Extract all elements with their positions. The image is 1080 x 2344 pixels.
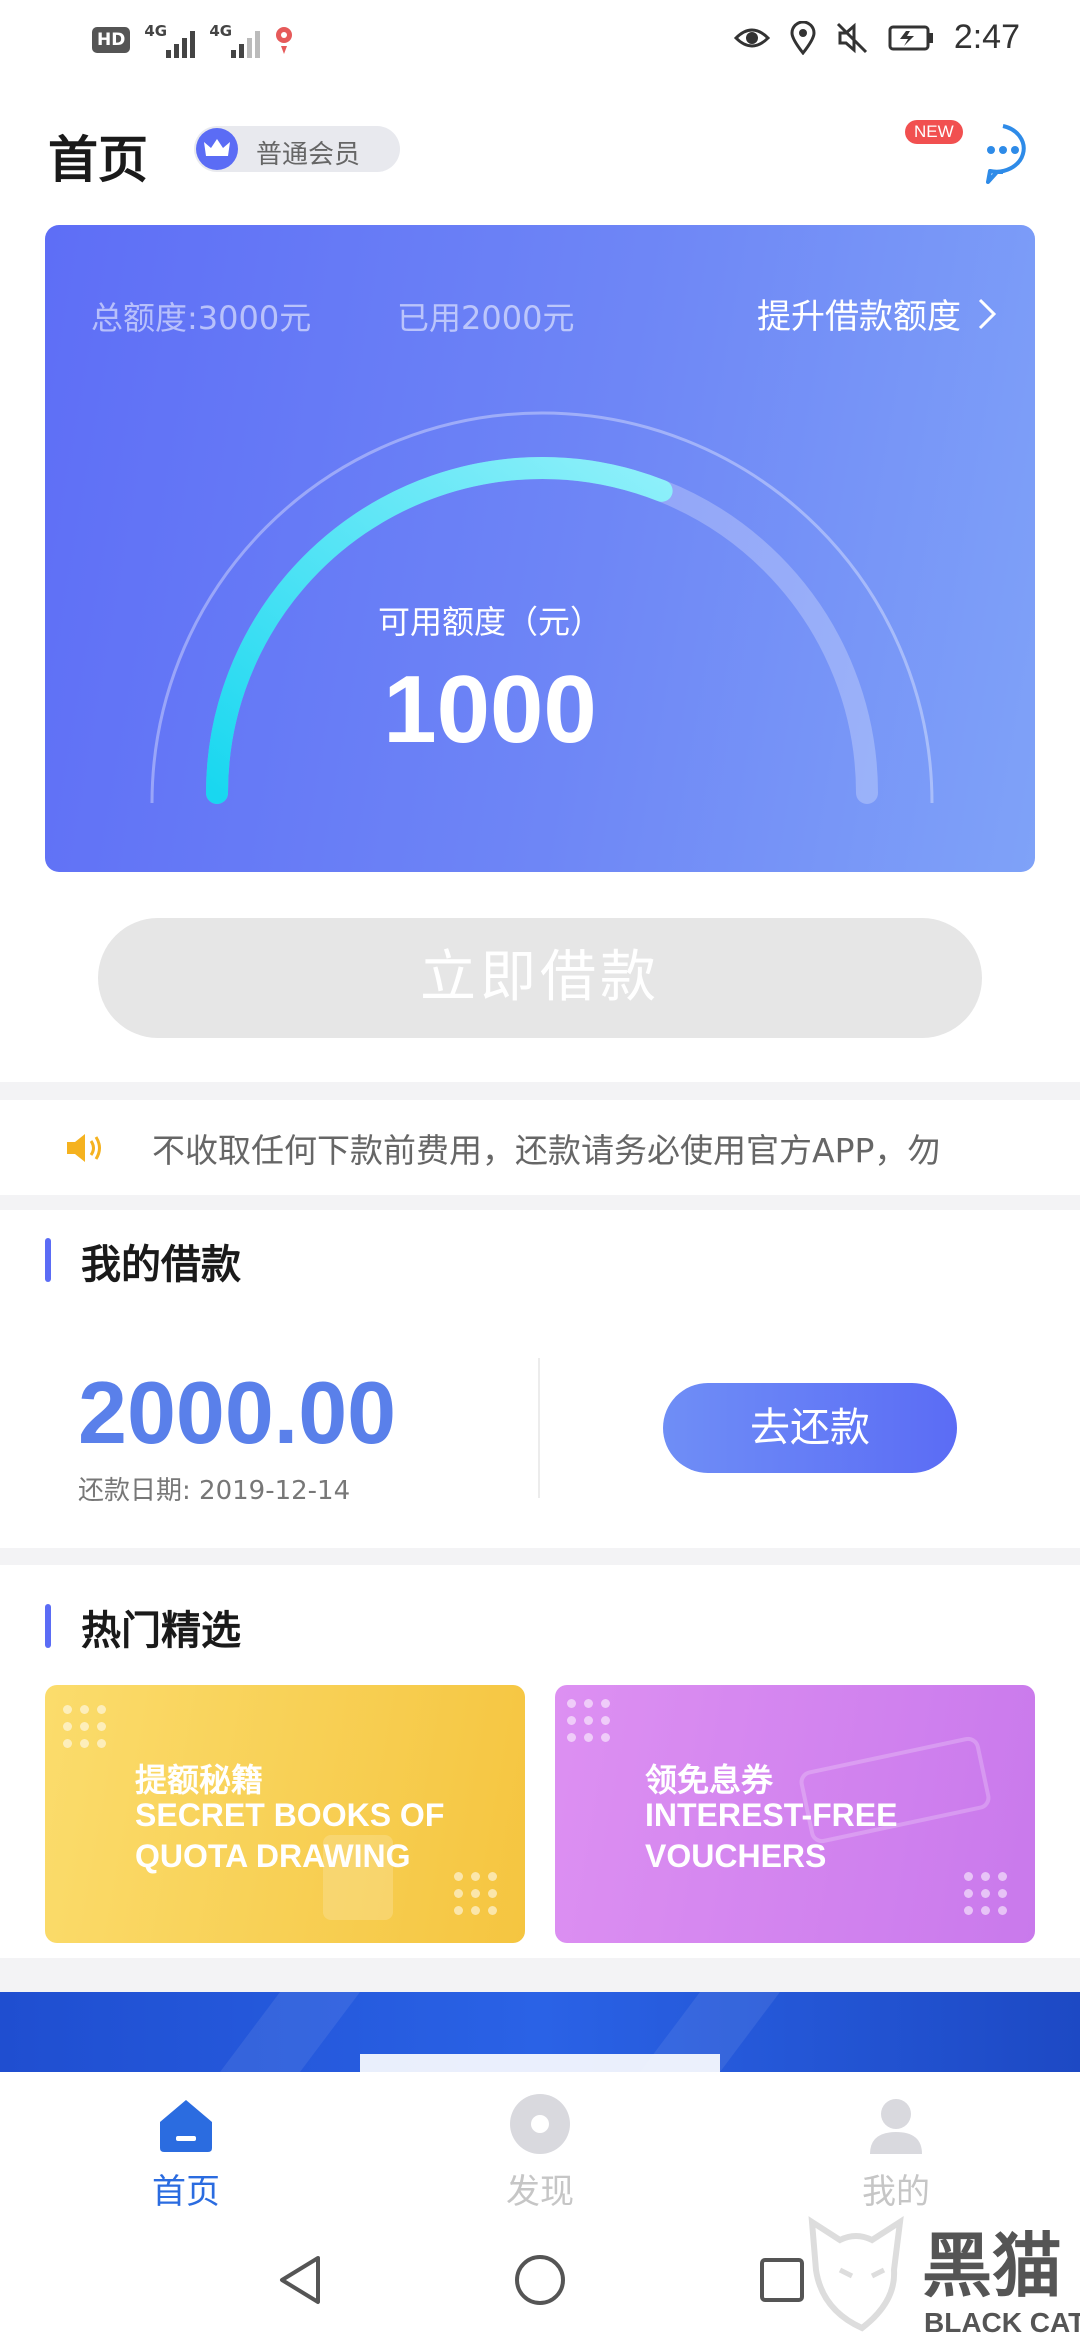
member-level-label: 普通会员 xyxy=(256,140,361,170)
eye-icon xyxy=(733,28,770,47)
battery-charging-icon xyxy=(888,25,933,50)
available-quota-label: 可用额度（元） xyxy=(377,603,602,641)
bottom-tab-bar: 首页 发现 我的 xyxy=(0,2072,1080,2212)
message-button[interactable] xyxy=(970,120,1036,186)
page-title: 首页 xyxy=(48,131,148,189)
available-quota-amount: 1000 xyxy=(383,656,597,763)
featured-title: 热门精选 xyxy=(45,1598,241,1656)
home-icon xyxy=(160,2100,212,2152)
section-divider xyxy=(0,1195,1080,1210)
decorative-dots xyxy=(567,1699,610,1742)
location-icon xyxy=(790,20,816,55)
home-circle-icon[interactable] xyxy=(513,2253,567,2307)
new-badge: NEW xyxy=(905,120,963,144)
network-type-label: 4G xyxy=(209,22,233,40)
hd-indicator: HD xyxy=(92,27,131,53)
repayment-date: 还款日期: 2019-12-14 xyxy=(78,1476,351,1506)
recents-icon[interactable] xyxy=(758,2256,806,2304)
notice-text: 不收取任何下款前费用，还款请务必使用官方APP，勿 xyxy=(152,1131,941,1170)
signal-icon: 4G xyxy=(144,22,196,58)
decorative-dots xyxy=(63,1705,106,1748)
signal-icon: 4G xyxy=(209,22,261,58)
user-icon xyxy=(870,2099,922,2154)
promo-banner[interactable] xyxy=(0,1992,1080,2072)
network-type-label: 4G xyxy=(144,22,168,40)
repay-button[interactable]: 去还款 xyxy=(663,1383,957,1473)
svg-text:黑猫: 黑猫 xyxy=(922,2225,1062,2307)
tab-home[interactable]: 首页 xyxy=(86,2072,286,2212)
speaker-icon xyxy=(67,1134,101,1162)
tab-discover-label: 发现 xyxy=(506,2172,574,2212)
tab-home-label: 首页 xyxy=(152,2172,220,2212)
promo-card-interest-free[interactable]: 领免息券 INTEREST-FREE VOUCHERS xyxy=(555,1685,1035,1943)
vertical-divider xyxy=(538,1358,540,1498)
discover-icon xyxy=(510,2094,570,2154)
decorative-dots xyxy=(454,1872,497,1915)
quota-gauge xyxy=(150,411,934,804)
borrow-now-button[interactable]: 立即借款 xyxy=(98,918,982,1038)
svg-text:BLACK CAT: BLACK CAT xyxy=(924,2307,1080,2338)
loan-amount: 2000.00 xyxy=(78,1363,397,1462)
notice-marquee: 不收取任何下款前费用，还款请务必使用官方APP，勿 xyxy=(0,1100,1080,1195)
map-pin-icon xyxy=(276,27,293,54)
promo-title-en: INTEREST-FREE VOUCHERS xyxy=(645,1797,898,1874)
mute-icon xyxy=(836,22,867,53)
chat-bubble-icon xyxy=(986,124,1026,184)
back-icon[interactable] xyxy=(276,2254,326,2306)
clock: 2:47 xyxy=(953,18,1020,56)
crown-icon xyxy=(196,128,238,170)
promo-title-en: SECRET BOOKS OF QUOTA DRAWING xyxy=(135,1797,445,1874)
promo-card-quota-tips[interactable]: 提额秘籍 SECRET BOOKS OF QUOTA DRAWING xyxy=(45,1685,525,1943)
tab-mine[interactable]: 我的 xyxy=(796,2072,996,2212)
section-divider xyxy=(0,1958,1080,1992)
black-cat-watermark: 黑猫 BLACK CAT xyxy=(800,2210,1080,2340)
decorative-dots xyxy=(964,1872,1007,1915)
tab-mine-label: 我的 xyxy=(862,2172,930,2212)
member-level-badge[interactable]: 普通会员 xyxy=(194,126,400,172)
tab-discover[interactable]: 发现 xyxy=(440,2072,640,2212)
section-divider xyxy=(0,1082,1080,1100)
my-loan-title: 我的借款 xyxy=(45,1232,241,1290)
status-bar: HD 4G 4G 2:47 xyxy=(0,0,1080,84)
section-divider xyxy=(0,1548,1080,1565)
credit-quota-card: 总额度:3000元 已用2000元 提升借款额度 可用额度（元） 1000 xyxy=(45,225,1035,872)
